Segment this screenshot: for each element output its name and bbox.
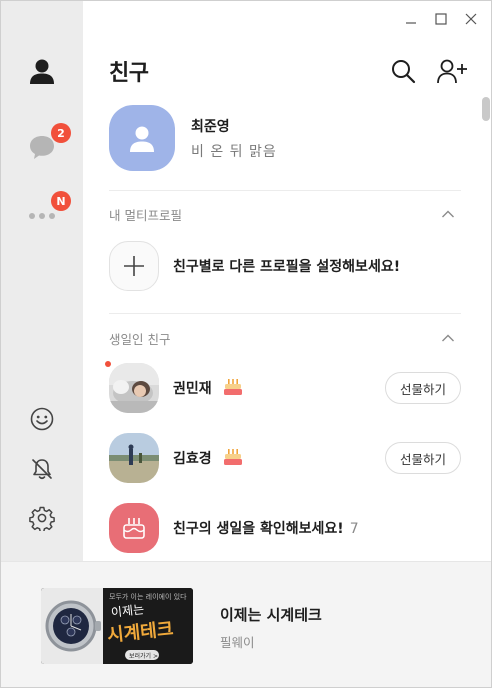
birthday-cake-icon bbox=[223, 449, 242, 465]
search-icon bbox=[392, 60, 416, 84]
section-label: 내 멀티프로필 bbox=[109, 208, 182, 223]
app-window: 2 N 친구 최준영 비 온 뒤 맑음 내 멀티프로필 친구별로 다른 프로필을… bbox=[0, 0, 492, 688]
ad-banner[interactable]: 모두가 이는 레이에이 있다 이제는 시계테크 보러가기 > 이제는 시계테크 … bbox=[1, 561, 491, 687]
my-profile-status: 비 온 뒤 맑음 bbox=[191, 144, 277, 160]
smiley-icon bbox=[30, 407, 54, 431]
gear-icon bbox=[29, 506, 55, 531]
ad-image-button: 보러가기 > bbox=[129, 653, 159, 660]
scrollbar-thumb[interactable] bbox=[482, 97, 490, 121]
add-friend-icon bbox=[437, 59, 467, 84]
plus-icon bbox=[124, 256, 144, 276]
ad-image: 모두가 이는 레이에이 있다 이제는 시계테크 보러가기 > bbox=[41, 588, 193, 664]
multi-profile-section-header[interactable]: 내 멀티프로필 bbox=[109, 205, 461, 225]
chats-badge: 2 bbox=[51, 123, 71, 143]
chevron-up-icon bbox=[442, 210, 454, 218]
add-multi-profile-tile bbox=[109, 241, 159, 291]
my-profile[interactable]: 최준영 비 온 뒤 맑음 bbox=[109, 105, 461, 175]
divider bbox=[109, 313, 461, 314]
chevron-up-icon bbox=[442, 334, 454, 342]
friend-photo bbox=[109, 363, 159, 413]
check-birthdays-row[interactable]: 친구의 생일을 확인해보세요! 7 bbox=[109, 503, 461, 557]
sidebar: 2 N bbox=[1, 1, 83, 561]
friend-name: 권민재 bbox=[173, 381, 212, 397]
friend-name-row: 김효경 bbox=[173, 448, 243, 468]
more-badge: N bbox=[51, 191, 71, 211]
multi-profile-create-row[interactable]: 친구별로 다른 프로필을 설정해보세요! bbox=[109, 241, 461, 295]
ad-advertiser: 필웨이 bbox=[220, 635, 255, 650]
bell-off-icon bbox=[32, 459, 52, 480]
friend-avatar bbox=[109, 433, 159, 483]
friend-avatar bbox=[109, 363, 159, 413]
multi-profile-prompt: 친구별로 다른 프로필을 설정해보세요! bbox=[173, 259, 401, 275]
check-birthdays-label: 친구의 생일을 확인해보세요! 7 bbox=[173, 518, 359, 538]
divider bbox=[109, 190, 461, 191]
add-friend-button[interactable] bbox=[435, 57, 469, 85]
cake-outline-icon bbox=[123, 518, 145, 539]
birthday-friend-row[interactable]: 권민재 선물하기 bbox=[105, 361, 461, 417]
section-label: 생일인 친구 bbox=[109, 332, 171, 347]
send-gift-button[interactable]: 선물하기 bbox=[385, 372, 461, 404]
friend-name: 김효경 bbox=[173, 451, 212, 467]
birthday-tile bbox=[109, 503, 159, 553]
person-icon bbox=[30, 59, 54, 84]
birthday-section-header[interactable]: 생일인 친구 bbox=[109, 329, 461, 349]
search-button[interactable] bbox=[389, 57, 417, 85]
ad-image-caption: 모두가 이는 레이에이 있다 bbox=[109, 593, 187, 601]
sidebar-item-emoticon[interactable] bbox=[24, 401, 60, 437]
sidebar-item-chats[interactable]: 2 bbox=[24, 123, 71, 165]
birthday-count: 7 bbox=[349, 521, 359, 537]
friends-panel: 친구 최준영 비 온 뒤 맑음 내 멀티프로필 친구별로 다른 프로필을 설정해… bbox=[83, 1, 491, 561]
sidebar-item-more[interactable]: N bbox=[24, 191, 71, 231]
new-indicator bbox=[105, 361, 111, 367]
check-birthdays-prompt: 친구의 생일을 확인해보세요! bbox=[173, 521, 344, 537]
my-profile-name: 최준영 bbox=[191, 119, 230, 135]
birthday-friend-row[interactable]: 김효경 선물하기 bbox=[109, 433, 461, 487]
friend-photo bbox=[109, 433, 159, 483]
birthday-cake-icon bbox=[223, 379, 242, 395]
page-title: 친구 bbox=[109, 61, 149, 86]
send-gift-button[interactable]: 선물하기 bbox=[385, 442, 461, 474]
friend-name-row: 권민재 bbox=[173, 378, 243, 398]
avatar bbox=[109, 105, 175, 171]
sidebar-item-settings[interactable] bbox=[24, 500, 60, 536]
default-avatar-icon bbox=[130, 126, 154, 152]
sidebar-item-friends[interactable] bbox=[24, 53, 60, 89]
sidebar-item-notifications[interactable] bbox=[24, 451, 60, 487]
ad-title: 이제는 시계테크 bbox=[220, 606, 322, 624]
